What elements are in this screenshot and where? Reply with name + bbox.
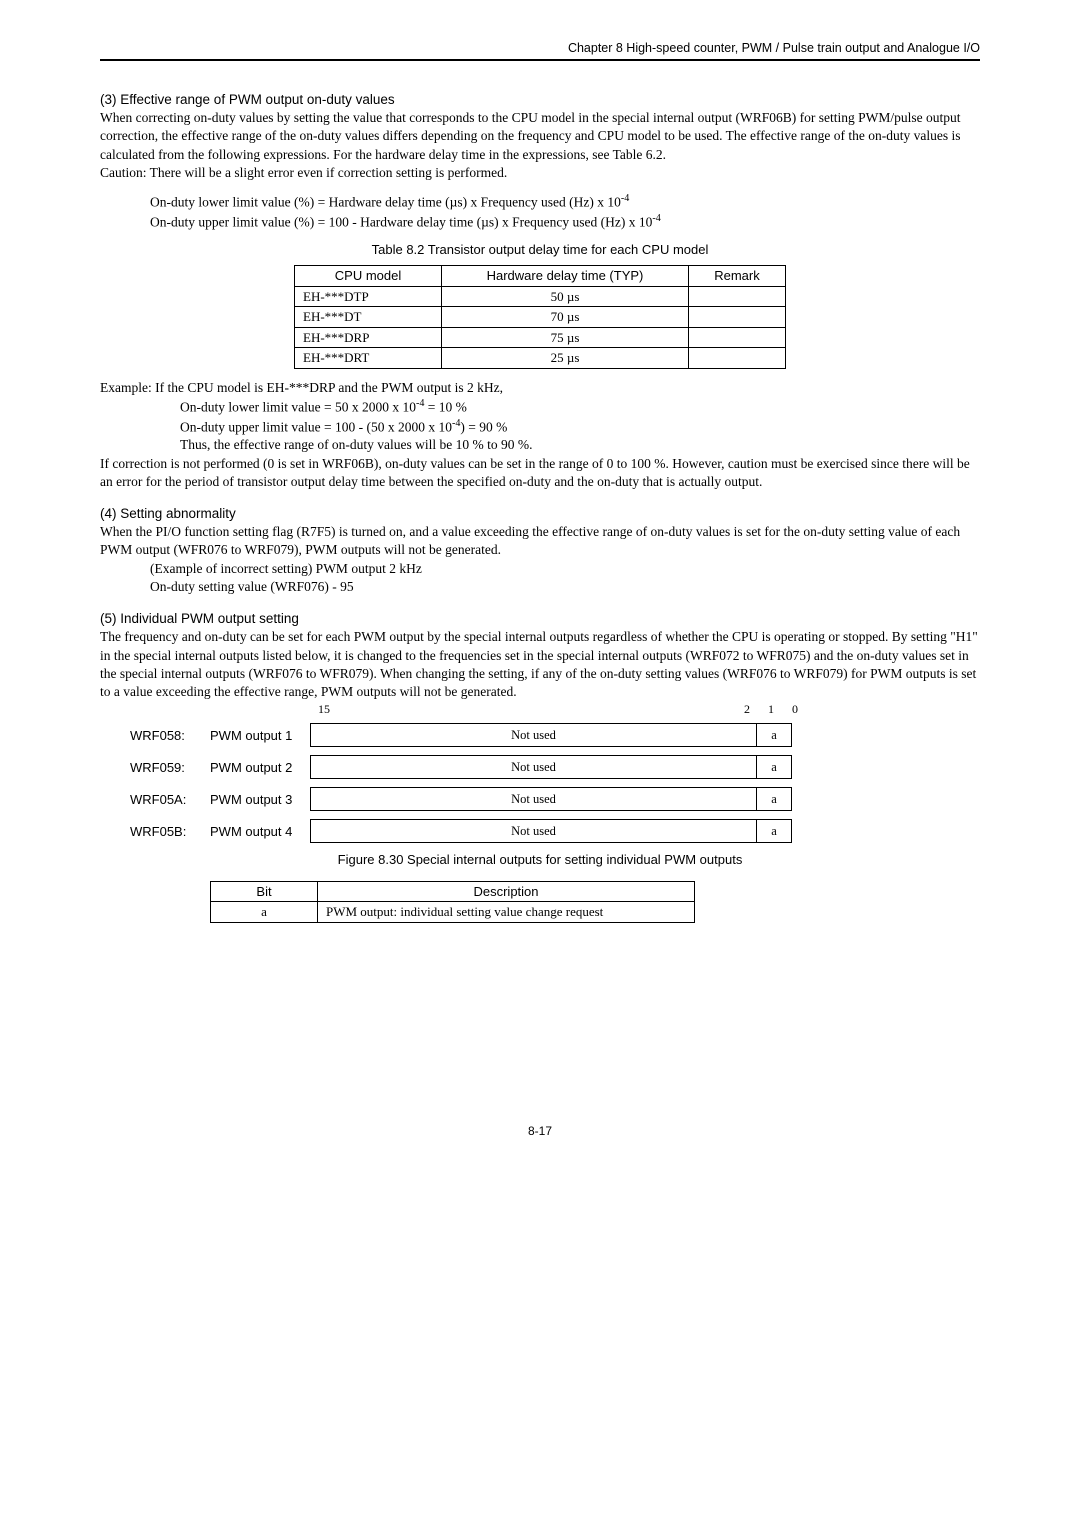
figure-8-30-caption: Figure 8.30 Special internal outputs for…: [100, 851, 980, 869]
table-row: EH-***DTP50 µs: [295, 286, 786, 307]
th-delay: Hardware delay time (TYP): [442, 265, 689, 286]
section-4-p3: On-duty setting value (WRF076) - 95: [150, 578, 980, 596]
section-5-p1: The frequency and on-duty can be set for…: [100, 628, 980, 701]
bit-description-table: Bit Description a PWM output: individual…: [210, 881, 695, 923]
table-8-2-caption: Table 8.2 Transistor output delay time f…: [100, 241, 980, 259]
bit-axis: 15 2 1 0: [312, 701, 800, 717]
section-5-title: (5) Individual PWM output setting: [100, 610, 980, 628]
th-bit: Bit: [211, 881, 318, 902]
reg-row-wrf05a: WRF05A: PWM output 3 Not useda: [130, 787, 980, 811]
table-row: EH-***DRP75 µs: [295, 327, 786, 348]
formula-upper-exp: -4: [652, 213, 660, 224]
table-row: EH-***DRT25 µs: [295, 348, 786, 369]
formula-lower: On-duty lower limit value (%) = Hardware…: [150, 194, 621, 209]
delay-time-table: CPU model Hardware delay time (TYP) Rema…: [294, 265, 786, 369]
td-desc-a: PWM output: individual setting value cha…: [318, 902, 695, 923]
section-4-p1: When the PI/O function setting flag (R7F…: [100, 523, 980, 559]
table-row: EH-***DT70 µs: [295, 307, 786, 328]
th-model: CPU model: [295, 265, 442, 286]
reg-row-wrf059: WRF059: PWM output 2 Not useda: [130, 755, 980, 779]
section-3-p3: If correction is not performed (0 is set…: [100, 455, 980, 491]
example-upper: On-duty upper limit value = 100 - (50 x …: [180, 419, 452, 434]
section-4-title: (4) Setting abnormality: [100, 505, 980, 523]
section-4-p2: (Example of incorrect setting) PWM outpu…: [150, 560, 980, 578]
reg-row-wrf05b: WRF05B: PWM output 4 Not useda: [130, 819, 980, 843]
th-remark: Remark: [689, 265, 786, 286]
reg-row-wrf058: WRF058: PWM output 1 Not useda: [130, 723, 980, 747]
example-lower: On-duty lower limit value = 50 x 2000 x …: [180, 399, 416, 414]
td-bit-a: a: [211, 902, 318, 923]
section-3-p2: Caution: There will be a slight error ev…: [100, 164, 980, 182]
page-number: 8-17: [100, 1123, 980, 1139]
chapter-header: Chapter 8 High-speed counter, PWM / Puls…: [100, 40, 980, 61]
formula-upper: On-duty upper limit value (%) = 100 - Ha…: [150, 214, 652, 229]
formula-lower-exp: -4: [621, 193, 629, 204]
example-conclusion: Thus, the effective range of on-duty val…: [180, 436, 980, 454]
section-3-p1: When correcting on-duty values by settin…: [100, 109, 980, 164]
th-description: Description: [318, 881, 695, 902]
example-intro: Example: If the CPU model is EH-***DRP a…: [100, 379, 980, 397]
section-3-title: (3) Effective range of PWM output on-dut…: [100, 91, 980, 109]
register-diagram: WRF058: PWM output 1 Not useda WRF059: P…: [130, 723, 980, 843]
